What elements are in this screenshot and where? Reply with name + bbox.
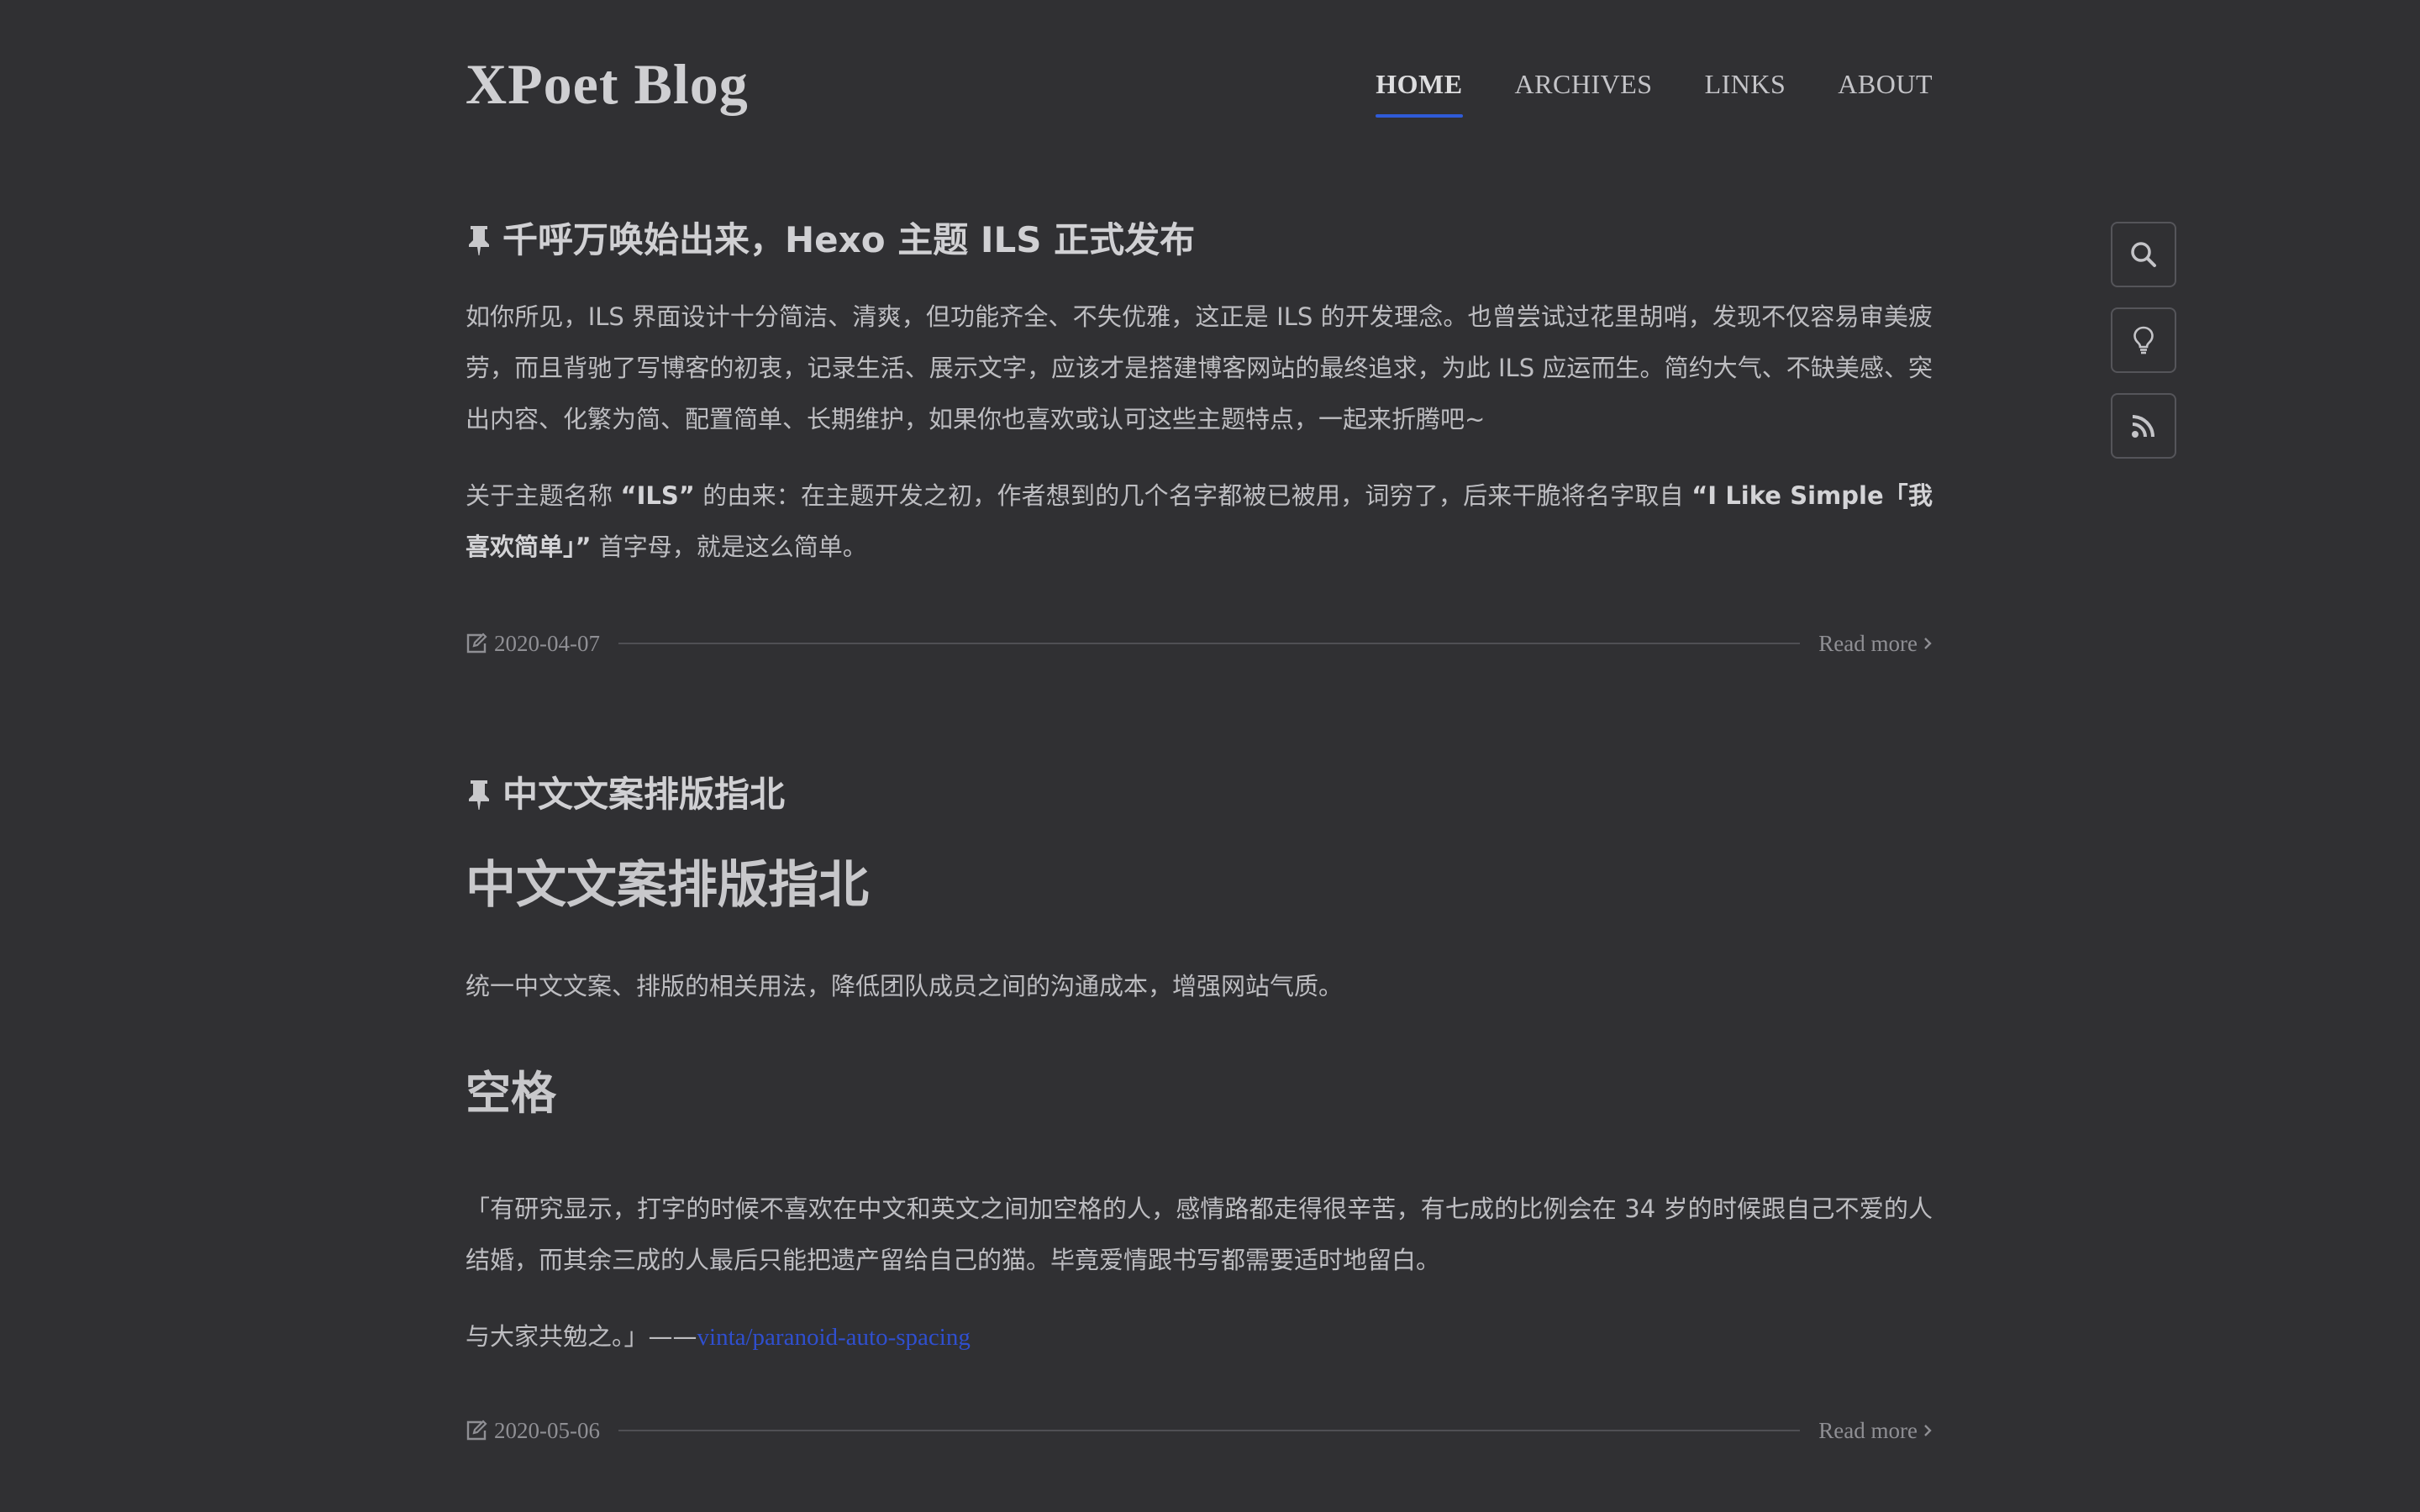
post-excerpt: 统一中文文案、排版的相关用法，降低团队成员之间的沟通成本，增强网站气质。	[466, 972, 1344, 1000]
post-list: 千呼万唤始出来，Hexo 主题 ILS 正式发布 如你所见，ILS 界面设计十分…	[466, 208, 1933, 1449]
nav-about[interactable]: ABOUT	[1838, 66, 1933, 102]
main-nav: HOME ARCHIVES LINKS ABOUT	[1376, 66, 1933, 118]
theme-toggle-button[interactable]	[2111, 307, 2176, 373]
text-span: 首字母，就是这么简单。	[591, 533, 867, 561]
post-excerpt: 与大家共勉之。」——vinta/paranoid-auto-spacing	[466, 1311, 1933, 1363]
lightbulb-icon	[2133, 326, 2154, 354]
post-date-text: 2020-04-07	[494, 630, 600, 656]
bold-text: “ILS”	[620, 481, 695, 510]
search-icon	[2131, 242, 2156, 267]
nav-links[interactable]: LINKS	[1705, 66, 1786, 102]
search-button[interactable]	[2111, 222, 2176, 287]
post-date: 2020-05-06	[466, 1418, 600, 1444]
edit-icon	[466, 633, 487, 654]
post-date-text: 2020-05-06	[494, 1417, 600, 1443]
chevron-right-icon	[1924, 638, 1932, 649]
text-span: 与大家共勉之。」——	[466, 1322, 697, 1351]
site-header: XPoet Blog HOME ARCHIVES LINKS ABOUT	[466, 49, 1933, 124]
blog-title[interactable]: XPoet Blog	[466, 49, 749, 119]
post-card: 中文文案排版指北 中文文案排版指北 统一中文文案、排版的相关用法，降低团队成员之…	[466, 763, 1933, 1449]
paranoid-auto-spacing-link[interactable]: vinta/paranoid-auto-spacing	[697, 1324, 971, 1351]
post-title: 中文文案排版指北	[502, 774, 786, 815]
text-span: 关于主题名称	[466, 481, 621, 510]
read-more-link[interactable]: Read more	[1818, 631, 1933, 657]
rss-icon	[2132, 415, 2154, 438]
post-subheading: 空格	[466, 1067, 556, 1120]
post-title-link[interactable]: 千呼万唤始出来，Hexo 主题 ILS 正式发布	[466, 208, 1933, 272]
edit-icon	[466, 1420, 487, 1441]
post-title-link[interactable]: 中文文案排版指北	[466, 763, 1933, 827]
meta-divider	[618, 1430, 1801, 1431]
post-heading: 中文文案排版指北	[466, 856, 869, 915]
post-card: 千呼万唤始出来，Hexo 主题 ILS 正式发布 如你所见，ILS 界面设计十分…	[466, 208, 1933, 662]
pin-icon	[466, 778, 492, 811]
side-tools	[2111, 222, 2176, 459]
chevron-right-icon	[1924, 1425, 1932, 1436]
post-meta: 2020-05-06 Read more	[466, 1412, 1933, 1449]
post-excerpt: 关于主题名称 “ILS” 的由来：在主题开发之初，作者想到的几个名字都被已被用，…	[466, 470, 1933, 573]
rss-button[interactable]	[2111, 393, 2176, 459]
nav-archives[interactable]: ARCHIVES	[1515, 66, 1653, 102]
pin-icon	[466, 223, 492, 257]
nav-home[interactable]: HOME	[1376, 66, 1463, 118]
post-excerpt: 「有研究显示，打字的时候不喜欢在中文和英文之间加空格的人，感情路都走得很辛苦，有…	[466, 1194, 1933, 1274]
read-more-link[interactable]: Read more	[1818, 1418, 1933, 1444]
text-span: 的由来：在主题开发之初，作者想到的几个名字都被已被用，词穷了，后来干脆将名字取自	[694, 481, 1692, 510]
read-more-label: Read more	[1818, 630, 1918, 656]
post-excerpt: 如你所见，ILS 界面设计十分简洁、清爽，但功能齐全、不失优雅，这正是 ILS …	[466, 302, 1933, 433]
post-date: 2020-04-07	[466, 631, 600, 657]
post-title: 千呼万唤始出来，Hexo 主题 ILS 正式发布	[502, 219, 1196, 260]
page: XPoet Blog HOME ARCHIVES LINKS ABOUT 千呼万…	[0, 0, 2420, 1512]
post-meta: 2020-04-07 Read more	[466, 625, 1933, 662]
meta-divider	[618, 643, 1801, 644]
read-more-label: Read more	[1818, 1417, 1918, 1443]
